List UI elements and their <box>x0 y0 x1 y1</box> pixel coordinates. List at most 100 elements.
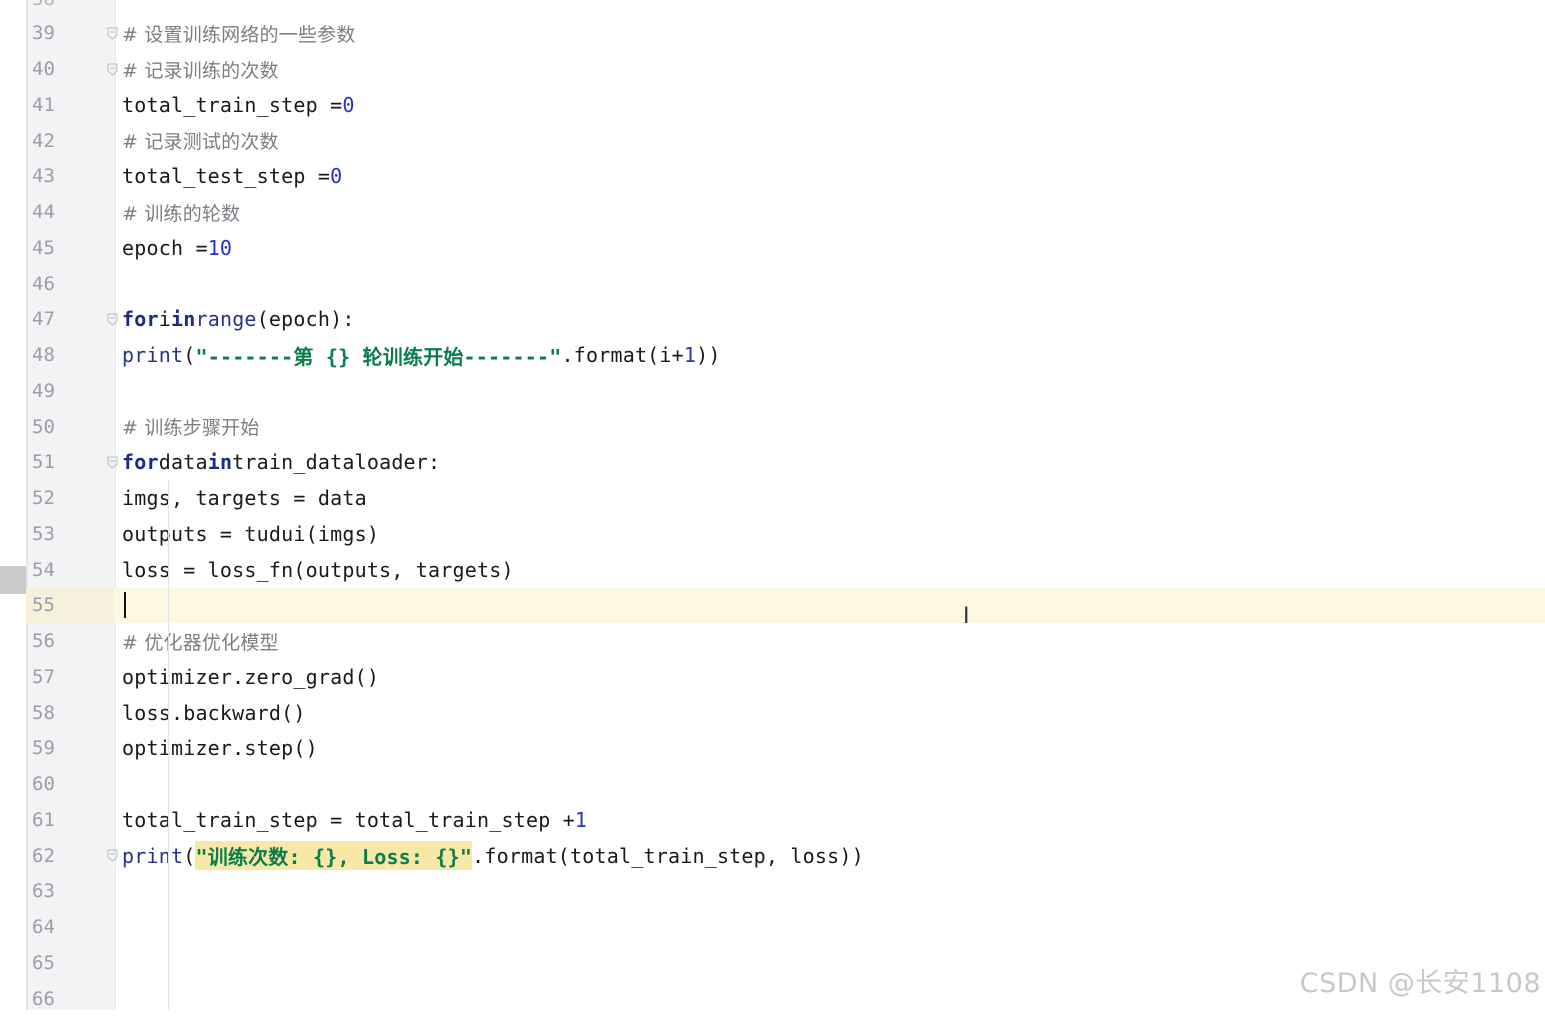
line-number[interactable]: 56 <box>26 623 74 659</box>
code-token: "-------第 {} 轮训练开始-------" <box>195 344 562 369</box>
code-token: ( <box>183 343 196 368</box>
line-number[interactable]: 66 <box>26 981 74 1016</box>
code-line[interactable]: imgs, targets = data <box>122 480 367 516</box>
code-line[interactable]: for i in range (epoch): <box>122 302 355 338</box>
line-number[interactable]: 64 <box>26 909 74 945</box>
line-number[interactable]: 63 <box>26 874 74 910</box>
line-number[interactable]: 59 <box>26 731 74 767</box>
line-number[interactable]: 50 <box>26 409 74 445</box>
code-line[interactable] <box>122 588 126 624</box>
code-token: imgs, targets = data <box>122 486 367 511</box>
code-token: ( <box>183 843 196 868</box>
code-line[interactable]: # 训练的轮数 <box>122 194 240 230</box>
line-number[interactable]: 48 <box>26 337 74 373</box>
code-token: 1 <box>683 343 697 368</box>
code-token: "训练次数: {}, Loss: {}" <box>195 841 473 871</box>
code-token: # 训练的轮数 <box>122 202 241 225</box>
code-token: (epoch): <box>256 307 355 332</box>
code-token: outputs = tudui(imgs) <box>122 521 380 546</box>
line-number[interactable]: 61 <box>26 802 74 838</box>
code-line[interactable]: outputs = tudui(imgs) <box>122 516 379 552</box>
fold-marker-icon[interactable] <box>106 849 118 863</box>
code-line[interactable]: # 记录测试的次数 <box>122 123 279 159</box>
indent-guide <box>168 480 169 1010</box>
code-token: 0 <box>342 92 355 117</box>
code-token: optimizer.step() <box>122 736 318 761</box>
code-token: total_train_step = <box>122 92 343 117</box>
code-line[interactable]: for data in train_dataloader: <box>122 445 440 481</box>
code-token: optimizer.zero_grad() <box>122 664 380 689</box>
code-line[interactable]: epoch = 10 <box>122 230 232 266</box>
line-number[interactable]: 65 <box>26 945 74 981</box>
code-token: # 记录训练的次数 <box>122 59 279 82</box>
fold-marker-icon[interactable] <box>106 62 118 76</box>
code-token: i <box>158 307 171 332</box>
code-token: 10 <box>207 235 233 260</box>
line-number[interactable]: 40 <box>26 51 74 87</box>
code-line[interactable]: print("-------第 {} 轮训练开始-------" .format(… <box>122 337 721 373</box>
watermark: CSDN @长安1108 <box>1299 968 1541 999</box>
line-number[interactable]: 60 <box>26 766 74 802</box>
code-token: loss = loss_fn(outputs, targets) <box>122 557 514 582</box>
code-line[interactable]: loss = loss_fn(outputs, targets) <box>122 552 514 588</box>
line-number[interactable]: 42 <box>26 123 74 159</box>
line-number[interactable]: 52 <box>26 480 74 516</box>
line-number[interactable]: 45 <box>26 230 74 266</box>
code-line[interactable]: optimizer.step() <box>122 731 318 767</box>
code-token: )) <box>696 343 721 368</box>
code-token: print <box>122 343 184 368</box>
code-token: total_train_step = total_train_step + <box>122 807 575 832</box>
fold-marker-icon[interactable] <box>106 456 118 470</box>
code-token: loss.backward() <box>122 700 306 725</box>
code-line[interactable]: optimizer.zero_grad() <box>122 659 379 695</box>
code-token: 1 <box>574 807 588 832</box>
line-number[interactable]: 43 <box>26 159 74 195</box>
line-number[interactable]: 49 <box>26 373 74 409</box>
line-number[interactable]: 51 <box>26 445 74 481</box>
line-number[interactable]: 44 <box>26 194 74 230</box>
code-token: # 设置训练网络的一些参数 <box>122 23 356 46</box>
line-number[interactable]: 55 <box>26 588 74 624</box>
code-token: # 优化器优化模型 <box>122 631 279 654</box>
line-number-partial: 38 <box>32 0 55 10</box>
text-caret <box>124 592 126 619</box>
code-line[interactable]: # 优化器优化模型 <box>122 623 279 659</box>
code-line[interactable]: total_train_step = 0 <box>122 87 355 123</box>
code-line[interactable]: total_test_step = 0 <box>122 159 342 195</box>
code-line[interactable]: # 记录训练的次数 <box>122 51 279 87</box>
code-token: .format(i+ <box>561 343 684 368</box>
line-number[interactable]: 39 <box>26 16 74 52</box>
fold-marker-icon[interactable] <box>106 313 118 327</box>
line-number[interactable]: 62 <box>26 838 74 874</box>
code-token: # 记录测试的次数 <box>122 131 279 154</box>
line-number[interactable]: 53 <box>26 516 74 552</box>
editor-left-stripe <box>0 0 26 1010</box>
line-number[interactable]: 47 <box>26 302 74 338</box>
text-cursor-icon: I <box>963 604 970 629</box>
code-token: .format(total_train_step, loss)) <box>472 843 864 868</box>
line-number[interactable]: 57 <box>26 659 74 695</box>
code-token: for <box>122 450 159 475</box>
line-number[interactable]: 58 <box>26 695 74 731</box>
current-line-highlight <box>114 587 1545 624</box>
code-line[interactable]: loss.backward() <box>122 695 306 731</box>
line-number[interactable]: 54 <box>26 552 74 588</box>
code-token: print <box>122 843 184 868</box>
line-number[interactable]: 46 <box>26 266 74 302</box>
code-line[interactable]: # 设置训练网络的一些参数 <box>122 16 356 52</box>
code-token: for <box>122 307 159 332</box>
code-token: train_dataloader: <box>232 450 441 475</box>
code-token: data <box>158 450 208 475</box>
code-token: in <box>207 450 233 475</box>
code-line[interactable]: total_train_step = total_train_step + 1 <box>122 802 587 838</box>
line-number[interactable]: 41 <box>26 87 74 123</box>
code-token: total_test_step = <box>122 164 331 189</box>
change-marker[interactable] <box>0 566 26 594</box>
code-editor[interactable]: 38 39 # 设置训练网络的一些参数 40 # 记录训练的次数 41 total_tra… <box>0 0 1545 1010</box>
code-token: # 训练步骤开始 <box>122 417 260 440</box>
code-line[interactable]: # 训练步骤开始 <box>122 409 260 445</box>
fold-marker-icon[interactable] <box>106 27 118 41</box>
code-line[interactable]: print("训练次数: {}, Loss: {}" .format(total_… <box>122 838 864 874</box>
code-token: in <box>170 307 196 332</box>
code-token: epoch = <box>122 235 208 260</box>
